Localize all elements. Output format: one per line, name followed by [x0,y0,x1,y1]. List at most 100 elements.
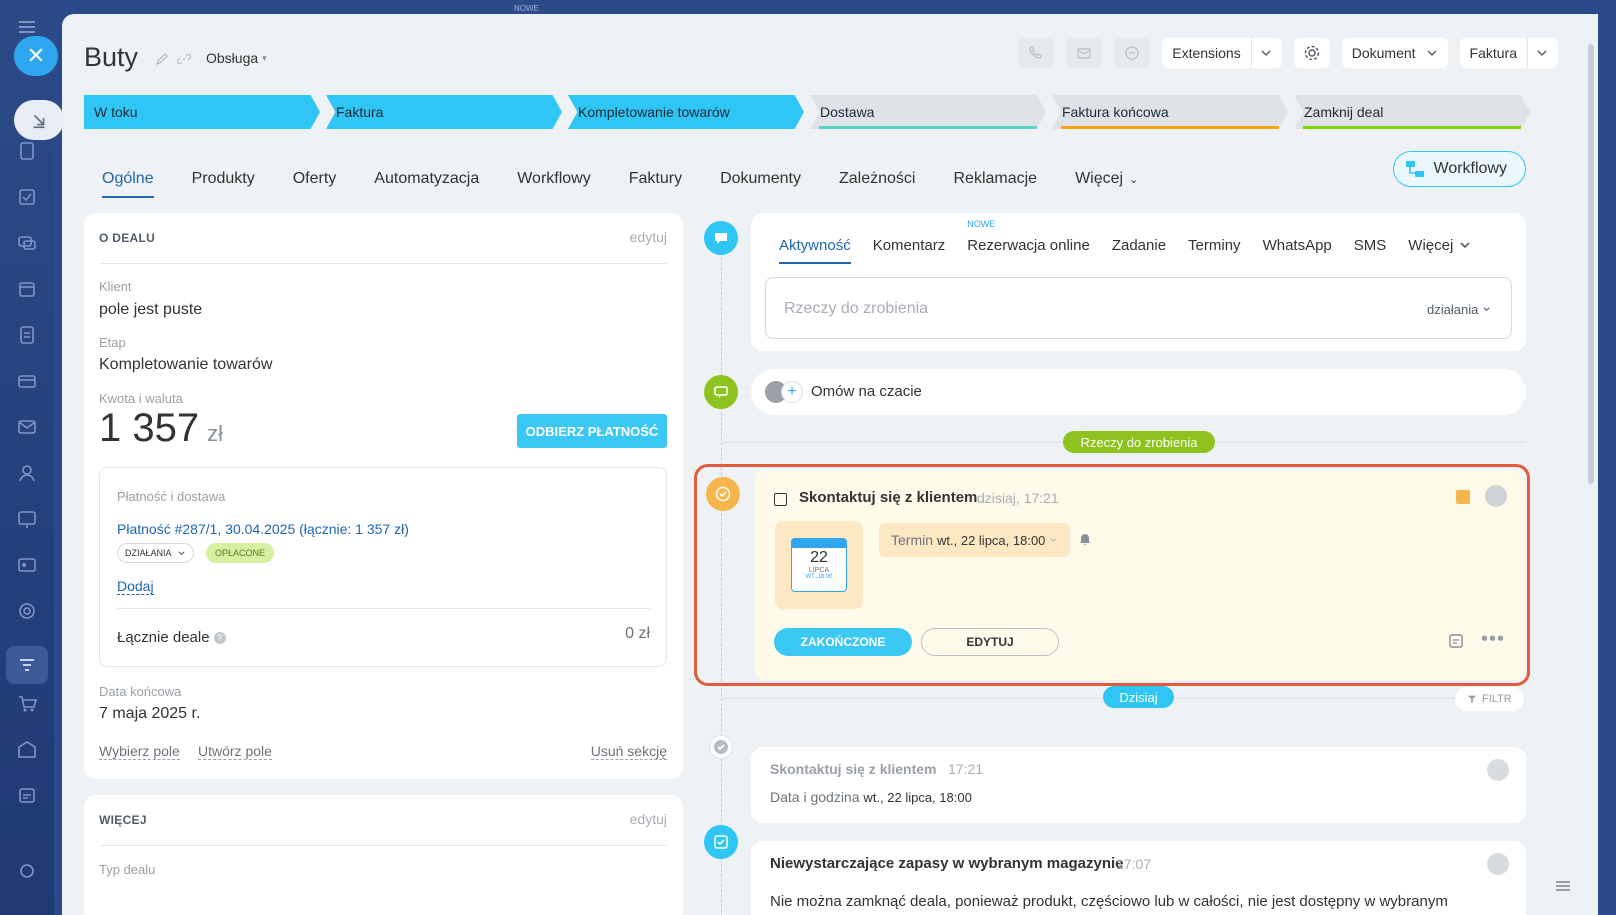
discuss-in-chat[interactable]: + Omów na czacie [751,369,1526,415]
select-field-link[interactable]: Wybierz pole [99,743,180,760]
divider [117,608,650,609]
todo-title[interactable]: Skontaktuj się z klientem [799,489,977,506]
edit-link[interactable]: edytuj [630,229,667,245]
crm-filter-icon[interactable] [6,646,48,684]
stage-invoice[interactable]: Faktura [326,95,562,129]
stage-final-invoice[interactable]: Faktura końcowa [1052,95,1288,129]
done-button[interactable]: ZAKOŃCZONE [774,628,912,656]
settings-button[interactable] [1293,38,1330,68]
link-icon[interactable] [176,52,192,71]
tab-products[interactable]: Produkty [173,162,274,196]
event-title[interactable]: Skontaktuj się z klientem [770,761,937,777]
task-icon[interactable] [16,186,38,208]
help-icon[interactable]: ? [213,631,226,644]
target-icon[interactable] [16,600,38,622]
workflow-button[interactable]: Workflowy [1392,151,1526,187]
tab-dependencies[interactable]: Zależności [820,162,934,196]
chat-icon[interactable] [16,232,38,254]
avatar[interactable] [1485,485,1507,507]
stage-value[interactable]: Kompletowanie towarów [99,356,272,374]
document-icon[interactable] [16,140,38,162]
stage-label: Etap [99,335,126,350]
close-slider-button[interactable]: ✕ [14,36,58,76]
event-detail-value: wt., 22 lipca, 18:00 [863,790,972,805]
todo-input[interactable]: Rzeczy do zrobienia działania [765,277,1512,339]
todo-item: Skontaktuj się z klientem dzisiaj, 17:21… [755,470,1525,680]
tab-activity[interactable]: Aktywność [779,227,862,264]
plus-icon[interactable]: + [781,381,803,403]
mail-icon[interactable] [16,416,38,438]
receive-payment-button[interactable]: ODBIERZ PŁATNOŚĆ [517,414,667,448]
end-date-label: Data końcowa [99,684,182,699]
edit-button[interactable]: EDYTUJ [921,628,1059,656]
users-icon[interactable] [16,462,38,484]
chevron-down-icon [1460,242,1470,249]
amount-value[interactable]: 1 357 zł [99,406,223,451]
bell-icon[interactable] [1077,531,1093,552]
calendar-weekday: WT.,18:00 [805,574,833,580]
file-icon[interactable] [16,324,38,346]
document-label: Dokument [1351,45,1416,61]
tab-more[interactable]: Więcej [1397,227,1482,263]
menu-icon[interactable] [16,16,38,38]
document-button[interactable]: Dokument [1341,38,1448,68]
tab-sms[interactable]: SMS [1343,227,1398,263]
edit-link[interactable]: edytuj [630,811,667,827]
tab-offers[interactable]: Oferty [274,162,356,196]
tab-comment[interactable]: Komentarz [862,227,957,263]
stage-color-line [1303,126,1521,129]
priority-flag-icon[interactable] [1456,490,1470,504]
tab-more[interactable]: Więcej ⌄ [1056,162,1157,196]
stage-close-deal[interactable]: Zamknij deal [1294,95,1530,129]
invoice-button[interactable]: Faktura [1459,38,1558,68]
filter-button[interactable]: FILTR [1455,687,1524,711]
end-date-value[interactable]: 7 maja 2025 r. [99,705,200,723]
payment-link[interactable]: Płatność #287/1, 30.04.2025 (łącznie: 1 … [117,521,409,537]
payment-actions-dropdown[interactable]: DZIAŁANIA [117,543,194,563]
cart-icon[interactable] [16,692,38,714]
phone-button[interactable] [1018,38,1055,68]
deal-tabs: Ogólne Produkty Oferty Automatyzacja Wor… [102,162,1157,198]
warehouse-icon[interactable] [16,738,38,760]
tab-deadlines[interactable]: Terminy [1177,227,1252,263]
event-text: Nie można zamknąć deala, ponieważ produk… [770,893,1448,910]
add-link[interactable]: Dodaj [117,578,154,595]
pencil-icon[interactable] [155,52,169,71]
tab-general[interactable]: Ogólne [102,162,173,198]
deadline-dropdown[interactable]: Termin wt., 22 lipca, 18:00 [879,523,1071,557]
more-options-icon[interactable]: ••• [1481,628,1505,651]
board-icon[interactable] [16,508,38,530]
event-title[interactable]: Niewystarczające zapasy w wybranym magaz… [770,855,1124,872]
minimize-button[interactable] [14,100,64,140]
list-menu-button[interactable] [1542,865,1584,907]
extensions-button[interactable]: Extensions [1162,38,1282,68]
actions-dropdown[interactable]: działania [1427,302,1491,317]
tab-task[interactable]: Zadanie [1101,227,1177,263]
chevron-down-icon [1250,38,1272,68]
tab-complaints[interactable]: Reklamacje [934,162,1056,196]
tab-label: Więcej [1408,236,1454,254]
schedule-icon[interactable] [16,784,38,806]
stage-in-progress[interactable]: W toku [84,95,320,129]
email-button[interactable] [1066,38,1103,68]
tab-whatsapp[interactable]: WhatsApp [1252,227,1343,263]
contact-card-icon[interactable] [16,554,38,576]
todo-checkbox[interactable] [774,493,787,506]
stage-packing[interactable]: Kompletowanie towarów [568,95,804,129]
client-value[interactable]: pole jest puste [99,301,202,319]
tab-documents[interactable]: Dokumenty [701,162,820,196]
stage-delivery[interactable]: Dostawa [810,95,1046,129]
delete-section-link[interactable]: Usuń sekcję [590,743,667,760]
tab-online-booking[interactable]: NOWE Rezerwacja online [956,219,1101,263]
create-field-link[interactable]: Utwórz pole [198,743,272,760]
card-icon[interactable] [16,370,38,392]
tab-automation[interactable]: Automatyzacja [355,162,498,196]
scrollbar[interactable] [1588,44,1594,484]
tab-invoices[interactable]: Faktury [610,162,701,196]
tab-workflows[interactable]: Workflowy [498,162,610,196]
calendar-icon[interactable] [16,278,38,300]
note-icon[interactable] [1447,632,1465,655]
settings-icon[interactable] [16,860,38,882]
chat-button[interactable] [1114,38,1151,68]
category-dropdown[interactable]: Obsługa ▾ [206,50,267,66]
